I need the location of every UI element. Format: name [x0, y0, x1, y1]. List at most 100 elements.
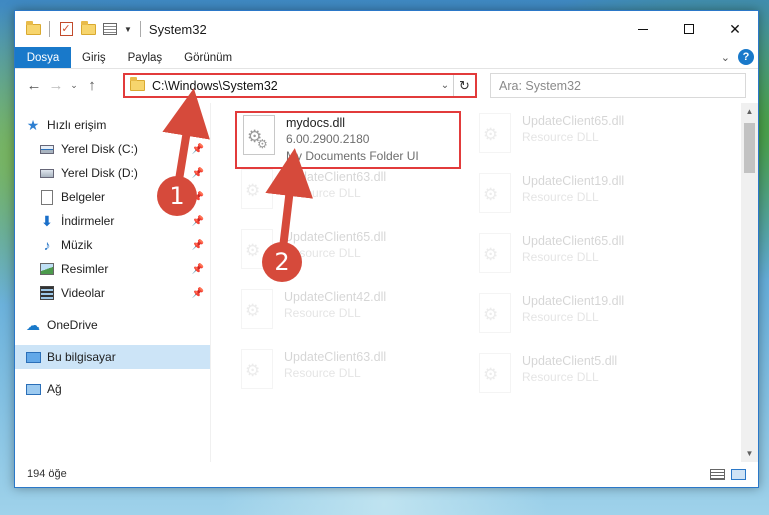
title-bar: ✓ ▼ System32 ✕ — [15, 11, 758, 47]
scroll-up-arrow-icon[interactable]: ▲ — [741, 103, 758, 120]
file-name: UpdateClient19.dll — [522, 294, 625, 308]
large-icons-view-icon[interactable] — [731, 468, 746, 480]
sidebar-item-network[interactable]: Ağ — [15, 377, 210, 401]
sidebar-item-videos[interactable]: Videolar 📌 — [15, 281, 210, 305]
customize-toolbar-chevron-icon[interactable]: ▼ — [124, 25, 132, 34]
step-1-badge: 1 — [157, 176, 197, 216]
downloads-icon: ⬇ — [41, 212, 53, 229]
window-controls: ✕ — [620, 11, 758, 47]
search-input[interactable]: Ara: System32 — [490, 73, 746, 98]
tab-giris[interactable]: Giriş — [71, 47, 117, 68]
file-item[interactable]: ⚙ UpdateClient5.dll Resource DLL — [475, 353, 700, 409]
dll-file-icon: ⚙ — [475, 113, 515, 161]
dll-file-icon: ⚙ — [237, 349, 277, 397]
quick-access-toolbar: ✓ ▼ — [15, 11, 143, 47]
pin-icon: 📌 — [191, 287, 204, 299]
file-item[interactable]: ⚙ UpdateClient42.dll Resource DLL — [237, 289, 462, 345]
window-title: System32 — [148, 21, 207, 37]
ribbon-tabs: Dosya Giriş Paylaş Görünüm ⌄ ? — [15, 47, 758, 69]
file-item[interactable]: ⚙ UpdateClient65.dll Resource DLL — [475, 113, 700, 169]
minimize-icon — [638, 28, 648, 30]
star-icon: ★ — [26, 116, 40, 133]
sidebar-item-label: Ağ — [47, 382, 62, 396]
dll-file-icon: ⚙ — [475, 293, 515, 341]
address-history-chevron-icon[interactable]: ⌄ — [437, 80, 453, 91]
file-list: ⚙ ⚙ mydocs.dll 6.00.2900.2180 My Documen… — [211, 103, 741, 462]
pin-icon: 📌 — [191, 263, 204, 275]
back-button[interactable]: ← — [23, 77, 45, 94]
tab-paylas[interactable]: Paylaş — [117, 47, 174, 68]
address-path[interactable]: C:\Windows\System32 — [152, 79, 437, 93]
file-item[interactable]: ⚙ UpdateClient19.dll Resource DLL — [475, 293, 700, 349]
pin-icon: 📌 — [191, 239, 204, 251]
sidebar-item-label: Belgeler — [61, 190, 106, 204]
item-count: 194 öğe — [27, 468, 67, 480]
computer-icon — [25, 349, 41, 365]
help-icon[interactable]: ? — [738, 49, 754, 65]
details-view-icon[interactable] — [710, 468, 725, 480]
file-name: UpdateClient5.dll — [522, 354, 618, 368]
properties-icon[interactable] — [102, 21, 118, 37]
properties-check-icon[interactable]: ✓ — [58, 21, 74, 37]
file-name: UpdateClient42.dll — [284, 290, 387, 304]
sidebar-item-local-disk-c[interactable]: Yerel Disk (C:) 📌 — [15, 137, 210, 161]
pin-icon: 📌 — [191, 215, 204, 227]
file-name: UpdateClient63.dll — [284, 170, 387, 184]
sidebar-item-quick-access[interactable]: ★ Hızlı erişim — [15, 113, 210, 137]
maximize-button[interactable] — [666, 11, 712, 47]
file-name: UpdateClient65.dll — [284, 230, 387, 244]
sidebar-item-label: Yerel Disk (C:) — [61, 142, 138, 156]
file-item[interactable]: ⚙ UpdateClient63.dll Resource DLL — [237, 349, 462, 405]
file-description: Resource DLL — [522, 250, 599, 264]
vertical-scrollbar[interactable]: ▲ ▼ — [741, 103, 758, 462]
toolbar-separator — [49, 21, 50, 37]
drive-c-icon — [39, 141, 55, 157]
videos-icon — [39, 285, 55, 301]
close-button[interactable]: ✕ — [712, 11, 758, 47]
expand-ribbon-chevron-icon[interactable]: ⌄ — [721, 51, 730, 64]
file-description: My Documents Folder UI — [286, 149, 419, 163]
search-placeholder: Ara: System32 — [499, 78, 581, 93]
file-description: Resource DLL — [284, 306, 361, 320]
file-description: Resource DLL — [522, 310, 599, 324]
navigation-bar: ← → ⌄ ↑ C:\Windows\System32 ⌄ ↻ Ara: Sys… — [15, 69, 758, 101]
up-button[interactable]: ↑ — [81, 77, 103, 94]
file-description: Resource DLL — [522, 190, 599, 204]
file-item[interactable]: ⚙ UpdateClient19.dll Resource DLL — [475, 173, 700, 229]
music-icon: ♪ — [43, 237, 51, 253]
tab-dosya[interactable]: Dosya — [15, 47, 71, 68]
scroll-down-arrow-icon[interactable]: ▼ — [741, 445, 758, 462]
step-2-badge: 2 — [262, 242, 302, 282]
recent-locations-chevron-icon[interactable]: ⌄ — [67, 80, 81, 91]
dll-file-icon: ⚙ — [475, 353, 515, 401]
minimize-button[interactable] — [620, 11, 666, 47]
pin-icon: 📌 — [191, 167, 204, 179]
refresh-button[interactable]: ↻ — [453, 75, 475, 96]
dll-file-icon: ⚙ — [237, 169, 277, 217]
sidebar-item-this-pc[interactable]: Bu bilgisayar — [15, 345, 210, 369]
file-item[interactable]: ⚙ UpdateClient65.dll Resource DLL — [475, 233, 700, 289]
main-content: ★ Hızlı erişim Yerel Disk (C:) 📌 Yerel D… — [15, 103, 758, 462]
sidebar-item-label: İndirmeler — [61, 214, 115, 228]
file-item-mydocs[interactable]: ⚙ ⚙ mydocs.dll 6.00.2900.2180 My Documen… — [235, 111, 461, 169]
file-description: Resource DLL — [522, 130, 599, 144]
dll-file-icon: ⚙ — [475, 173, 515, 221]
new-folder-icon[interactable] — [80, 20, 96, 37]
sidebar-item-onedrive[interactable]: ☁ OneDrive — [15, 313, 210, 337]
file-item[interactable]: ⚙ UpdateClient63.dll Resource DLL — [237, 169, 462, 225]
refresh-icon: ↻ — [459, 77, 470, 93]
network-icon — [25, 381, 41, 397]
file-description: Resource DLL — [284, 366, 361, 380]
address-bar[interactable]: C:\Windows\System32 ⌄ ↻ — [123, 73, 477, 98]
tab-gorunum[interactable]: Görünüm — [173, 47, 243, 68]
scroll-thumb[interactable] — [744, 123, 755, 173]
file-name: mydocs.dll — [286, 116, 346, 130]
pin-icon: 📌 — [191, 143, 204, 155]
sidebar-item-pictures[interactable]: Resimler 📌 — [15, 257, 210, 281]
file-version: 6.00.2900.2180 — [286, 132, 370, 146]
sidebar-item-label: Yerel Disk (D:) — [61, 166, 138, 180]
drive-d-icon — [39, 165, 55, 181]
sidebar-item-label: OneDrive — [47, 318, 98, 332]
sidebar-item-music[interactable]: ♪ Müzik 📌 — [15, 233, 210, 257]
forward-button[interactable]: → — [45, 77, 67, 94]
